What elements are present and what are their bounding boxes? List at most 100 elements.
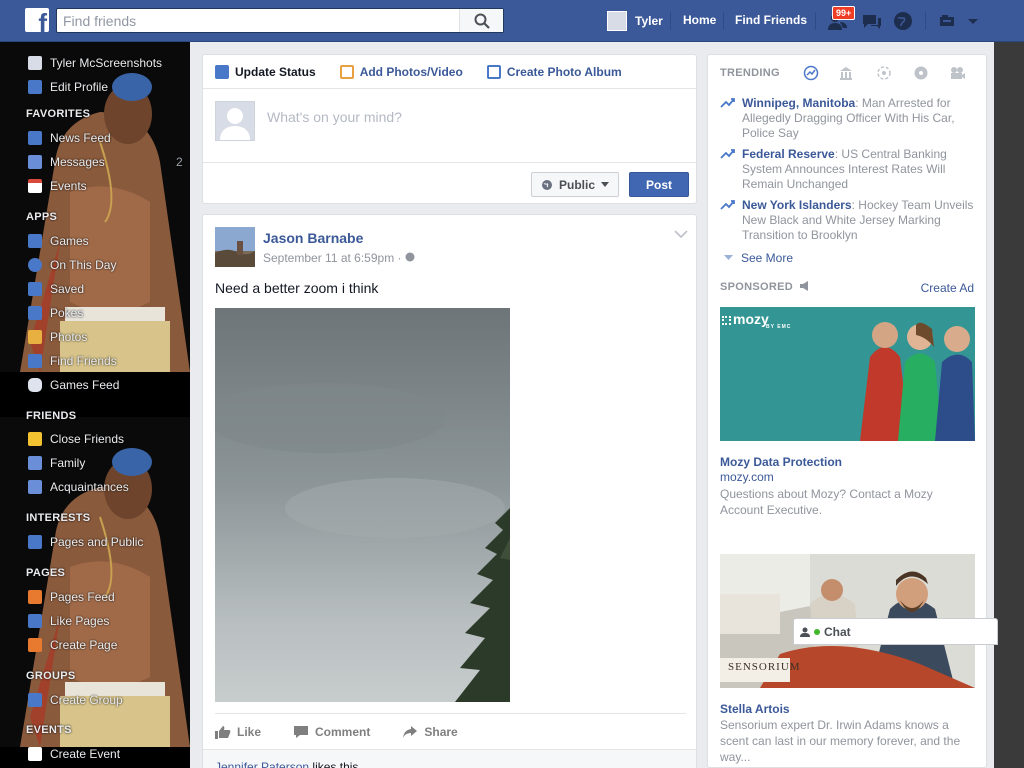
ad-title[interactable]: Stella Artois: [720, 702, 790, 716]
plus-icon: [28, 693, 42, 707]
right-column: TRENDING Winnipeg, Manitoba: Man Arreste…: [707, 54, 987, 768]
sports-icon[interactable]: [913, 65, 929, 81]
top-navigation-bar: f Tyler Home Find Friends 99+: [0, 0, 1024, 42]
left-navigation: Tyler McScreenshots Edit Profile FAVORIT…: [0, 42, 190, 768]
trending-item[interactable]: Federal Reserve: US Central Banking Syst…: [720, 147, 978, 192]
create-ad-link[interactable]: Create Ad: [921, 281, 974, 295]
politics-icon[interactable]: [838, 65, 854, 81]
sidebar-item-family[interactable]: Family: [28, 455, 85, 471]
chevron-down-icon[interactable]: [674, 229, 688, 239]
profile-link[interactable]: Tyler: [607, 10, 663, 32]
search-icon: [474, 13, 490, 29]
entertainment-icon[interactable]: [949, 65, 965, 81]
post-button[interactable]: Post: [629, 172, 689, 197]
chat-label: Chat: [824, 624, 851, 639]
sidebar-item-create-event[interactable]: Create Event: [28, 746, 120, 762]
sidebar-item-on-this-day[interactable]: On This Day: [28, 257, 116, 273]
sidebar-item-label: Like Pages: [50, 614, 110, 628]
messages-icon: [28, 155, 42, 169]
sidebar-item-close-friends[interactable]: Close Friends: [28, 431, 124, 447]
divider: [670, 12, 671, 30]
science-icon[interactable]: [876, 65, 892, 81]
sidebar-item-photos[interactable]: Photos: [28, 329, 87, 345]
sidebar-item-events[interactable]: Events: [28, 178, 87, 194]
sidebar-item-find-friends[interactable]: Find Friends: [28, 353, 117, 369]
home-link[interactable]: Home: [683, 13, 716, 27]
ad-title[interactable]: Mozy Data Protection: [720, 455, 842, 469]
sidebar-item-news-feed[interactable]: News Feed: [28, 130, 111, 146]
share-button[interactable]: Share: [402, 725, 458, 739]
tab-add-photos-video[interactable]: Add Photos/Video: [339, 64, 463, 79]
avatar: [607, 11, 627, 31]
trending-top-icon[interactable]: [803, 65, 819, 81]
trending-item[interactable]: Winnipeg, Manitoba: Man Arrested for All…: [720, 96, 978, 141]
messages-button[interactable]: [860, 10, 884, 32]
sidebar-item-pages-and-public[interactable]: Pages and Public: [28, 534, 143, 550]
facebook-logo[interactable]: f: [25, 8, 49, 32]
sidebar-item-games-feed[interactable]: Games Feed: [28, 377, 119, 393]
sidebar-item-acquaintances[interactable]: Acquaintances: [28, 479, 129, 495]
poke-icon: [28, 306, 42, 320]
sidebar-item-messages[interactable]: Messages: [28, 154, 105, 170]
trending-arrow-icon: [720, 200, 735, 210]
sidebar-item-label: Find Friends: [50, 354, 117, 368]
story-author[interactable]: Jason Barnabe: [263, 230, 363, 246]
section-heading-friends: FRIENDS: [26, 410, 77, 422]
sidebar-item-create-group[interactable]: Create Group: [28, 692, 123, 708]
tab-update-status[interactable]: Update Status: [215, 64, 316, 79]
section-heading-apps: APPS: [26, 211, 58, 223]
sidebar-item-like-pages[interactable]: Like Pages: [28, 613, 109, 629]
sidebar-item-create-page[interactable]: Create Page: [28, 637, 117, 653]
status-input[interactable]: What's on your mind?: [267, 109, 402, 125]
find-friends-link[interactable]: Find Friends: [735, 13, 807, 27]
sidebar-item-pages-feed[interactable]: Pages Feed: [28, 589, 115, 605]
see-more-link[interactable]: See More: [724, 251, 793, 265]
clock-icon: [28, 258, 42, 272]
search-button[interactable]: [459, 9, 503, 32]
messages-icon: [863, 15, 881, 29]
avatar[interactable]: [215, 227, 255, 267]
action-label: Like: [237, 724, 262, 739]
section-heading-interests: INTERESTS: [26, 512, 91, 524]
comment-icon: [294, 725, 309, 738]
online-status-dot: [814, 628, 820, 635]
trending-item[interactable]: New York Islanders: Hockey Team Unveils …: [720, 198, 978, 243]
sidebar-item-saved[interactable]: Saved: [28, 281, 84, 297]
plus-icon: [28, 638, 42, 652]
comment-button[interactable]: Comment: [293, 725, 370, 739]
sidebar-item-pokes[interactable]: Pokes: [28, 305, 83, 321]
privacy-shortcuts-button[interactable]: [938, 10, 962, 32]
globe-icon: [894, 12, 912, 30]
account-menu-button[interactable]: [966, 10, 990, 32]
sidebar-item-label: Saved: [50, 282, 85, 296]
bookmark-icon: [28, 282, 42, 296]
trending-topic: Winnipeg, Manitoba: [742, 96, 856, 110]
timestamp-link[interactable]: September 11 at 6:59pm: [263, 251, 394, 265]
separator: ·: [397, 251, 402, 265]
news-feed-story: Jason Barnabe September 11 at 6:59pm · N…: [202, 214, 697, 768]
status-composer: Update Status Add Photos/Video Create Ph…: [202, 54, 697, 204]
sidebar-item-label: Family: [50, 456, 86, 470]
liker-link[interactable]: Jennifer Paterson: [215, 760, 309, 768]
globe-small-icon: [405, 252, 415, 262]
ad-url[interactable]: mozy.com: [720, 470, 774, 484]
search-input[interactable]: [57, 9, 459, 32]
photos-icon: [28, 330, 42, 344]
sidebar-item-games[interactable]: Games: [28, 233, 89, 249]
audience-selector[interactable]: Public: [531, 172, 619, 197]
sponsored-label: SPONSORED: [720, 281, 793, 293]
chat-tab[interactable]: Chat: [793, 618, 998, 645]
sidebar-item-label: Create Event: [50, 747, 121, 761]
notifications-button[interactable]: [892, 10, 916, 32]
like-button[interactable]: Like: [215, 725, 261, 739]
divider: [815, 12, 816, 30]
tab-create-photo-album[interactable]: Create Photo Album: [486, 64, 622, 79]
story-timestamp: September 11 at 6:59pm ·: [263, 251, 415, 265]
sidebar-item-edit-profile[interactable]: Edit Profile: [28, 79, 108, 95]
plus-icon: [28, 747, 42, 761]
sidebar-item-label: Edit Profile: [50, 80, 109, 94]
mozy-logo: mozy BY EMC: [722, 311, 791, 330]
search-box: [56, 8, 504, 33]
story-photo[interactable]: [215, 308, 510, 702]
sidebar-item-profile[interactable]: Tyler McScreenshots: [28, 55, 162, 71]
